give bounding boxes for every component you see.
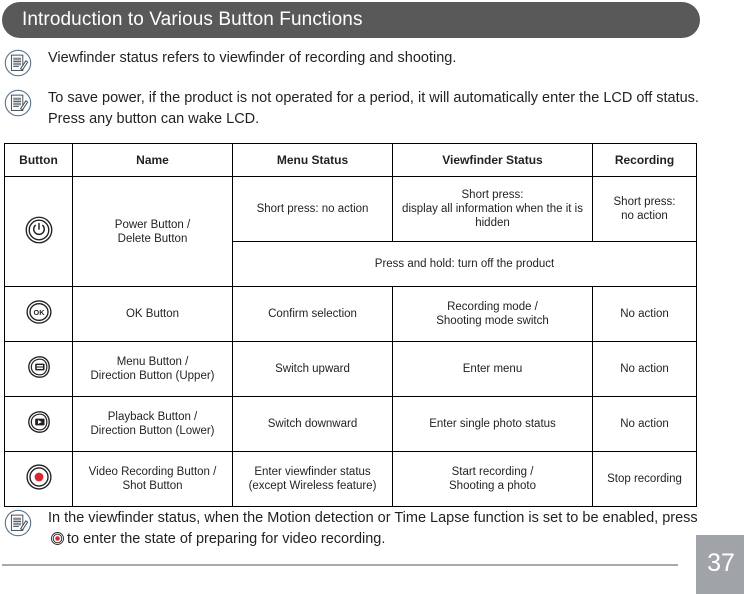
- cell-menu-status-menu: Switch upward: [232, 341, 393, 397]
- video-record-button-icon: [7, 460, 70, 498]
- cell-menu-status-playback: Switch downward: [232, 396, 393, 452]
- note-pencil-icon: [4, 49, 32, 77]
- column-header-recording: Recording: [592, 143, 697, 177]
- cell-menu-status-power: Short press: no action: [232, 176, 393, 242]
- cell-name-video-record: Video Recording Button / Shot Button: [72, 451, 233, 507]
- cell-name-menu: Menu Button / Direction Button (Upper): [72, 341, 233, 397]
- playback-button-icon: [7, 405, 70, 443]
- page-number-box: 37: [696, 535, 744, 594]
- cell-viewfinder-status-power: Short press: display all information when…: [392, 176, 593, 242]
- cell-recording-menu: No action: [592, 341, 697, 397]
- note-row-1: Viewfinder status refers to viewfinder o…: [4, 48, 456, 77]
- column-header-viewfinder-status: Viewfinder Status: [392, 143, 593, 177]
- cell-name-power: Power Button / Delete Button: [72, 176, 233, 287]
- button-functions-table: Button Name Menu Status Viewfinder Statu…: [4, 143, 697, 507]
- table-row: Power Button / Delete Button Short press:…: [4, 176, 697, 287]
- power-button-icon: [7, 213, 70, 251]
- svg-text:OK: OK: [33, 308, 45, 317]
- table-row: Video Recording Button / Shot Button Ente…: [4, 451, 697, 507]
- column-header-menu-status: Menu Status: [232, 143, 393, 177]
- cell-button-icon-playback: [4, 396, 73, 452]
- cell-name-ok: OK Button: [72, 286, 233, 342]
- note-row-3: In the viewfinder status, when the Motio…: [4, 508, 708, 550]
- cell-button-icon-ok: OK: [4, 286, 73, 342]
- cell-recording-power: Short press: no action: [592, 176, 697, 242]
- note-row-2: To save power, if the product is not ope…: [4, 88, 708, 130]
- table-row: Menu Button / Direction Button (Upper) Sw…: [4, 341, 697, 397]
- column-header-button: Button: [4, 143, 73, 177]
- table-header-row: Button Name Menu Status Viewfinder Statu…: [4, 143, 697, 177]
- note-pencil-icon: [4, 89, 32, 117]
- bottom-note-text-before: In the viewfinder status, when the Motio…: [48, 510, 698, 526]
- cell-menu-status-video-record: Enter viewfinder status (except Wireless …: [232, 451, 393, 507]
- ok-button-icon: OK: [7, 295, 70, 333]
- video-record-button-icon: [50, 531, 65, 546]
- cell-viewfinder-status-playback: Enter single photo status: [392, 396, 593, 452]
- footer-divider: [2, 564, 678, 566]
- cell-recording-video-record: Stop recording: [592, 451, 697, 507]
- cell-button-icon-menu: [4, 341, 73, 397]
- menu-button-icon: [7, 350, 70, 388]
- page-title: Introduction to Various Button Functions: [22, 9, 363, 30]
- note-pencil-icon: [4, 509, 32, 537]
- cell-viewfinder-status-menu: Enter menu: [392, 341, 593, 397]
- cell-recording-ok: No action: [592, 286, 697, 342]
- table-row: Playback Button / Direction Button (Lower…: [4, 396, 697, 452]
- cell-viewfinder-status-ok: Recording mode / Shooting mode switch: [392, 286, 593, 342]
- column-header-name: Name: [72, 143, 233, 177]
- table-row: OK OK Button Confirm selection Recording…: [4, 286, 697, 342]
- cell-menu-status-ok: Confirm selection: [232, 286, 393, 342]
- cell-viewfinder-status-video-record: Start recording / Shooting a photo: [392, 451, 593, 507]
- cell-button-icon-power: [4, 176, 73, 287]
- cell-button-icon-video-record: [4, 451, 73, 507]
- page-header-bar: Introduction to Various Button Functions: [2, 2, 700, 38]
- note-text-1: Viewfinder status refers to viewfinder o…: [48, 50, 457, 66]
- cell-name-playback: Playback Button / Direction Button (Lower…: [72, 396, 233, 452]
- note-text-3: In the viewfinder status, when the Motio…: [32, 508, 708, 550]
- page-number: 37: [707, 549, 735, 577]
- cell-recording-playback: No action: [592, 396, 697, 452]
- cell-press-and-hold-note: Press and hold: turn off the product: [232, 241, 697, 287]
- note-text-2: To save power, if the product is not ope…: [48, 90, 699, 127]
- bottom-note-text-after: to enter the state of preparing for vide…: [67, 531, 386, 547]
